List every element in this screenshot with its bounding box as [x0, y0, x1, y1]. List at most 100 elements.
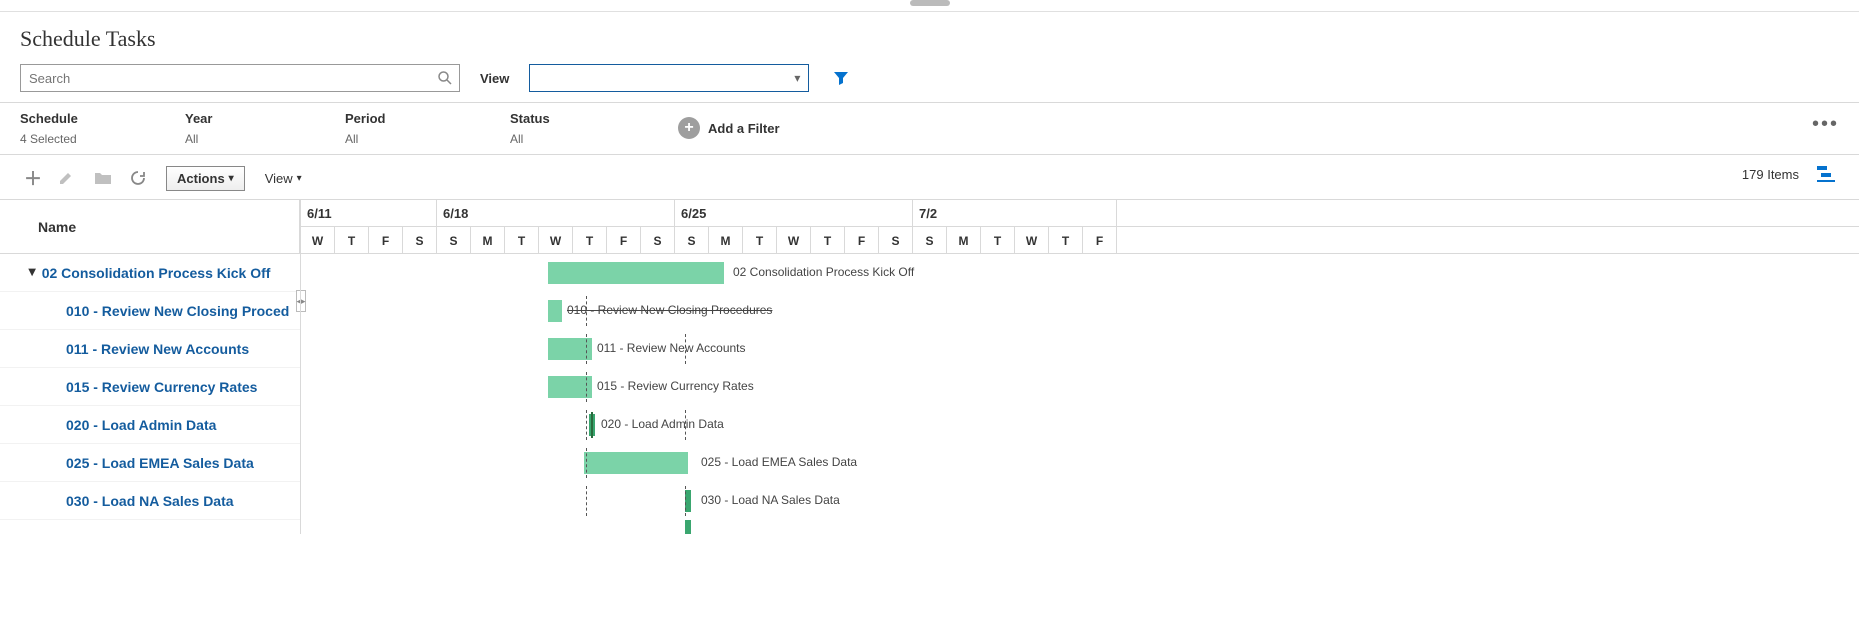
day-header: F — [607, 227, 641, 254]
gantt-row — [301, 520, 1859, 534]
chevron-down-icon: ▾ — [794, 71, 800, 85]
task-link[interactable]: 030 - Load NA Sales Data — [66, 493, 234, 509]
day-header: W — [301, 227, 335, 254]
search-input-wrapper[interactable] — [20, 64, 460, 92]
caret-down-icon: ▾ — [229, 173, 234, 184]
tree-row[interactable]: 011 - Review New Accounts — [0, 330, 300, 368]
add-filter-label: Add a Filter — [708, 121, 780, 136]
items-count: 179 Items — [1742, 167, 1799, 182]
task-link[interactable]: 020 - Load Admin Data — [66, 417, 216, 433]
day-header: T — [573, 227, 607, 254]
gantt-bar[interactable] — [548, 262, 724, 284]
overflow-menu-icon[interactable]: ••• — [1812, 113, 1839, 136]
gantt-dependency-tick — [586, 486, 587, 516]
gantt-pane: 6/116/186/257/2 WTFSSMTWTFSSMTWTFSSMTWTF… — [300, 200, 1859, 534]
day-header: M — [947, 227, 981, 254]
view-select[interactable]: ▾ — [529, 64, 809, 92]
gantt-dependency-tick — [586, 410, 587, 440]
filter-status-label: Status — [510, 111, 670, 126]
day-header: T — [1049, 227, 1083, 254]
expand-icon[interactable]: ▶ — [26, 269, 37, 277]
filter-period-value: All — [345, 132, 510, 146]
plus-circle-icon: + — [678, 117, 700, 139]
gantt-row: 020 - Load Admin Data — [301, 406, 1859, 444]
day-header: S — [437, 227, 471, 254]
gantt-bar[interactable] — [685, 520, 691, 534]
gantt-row: 030 - Load NA Sales Data — [301, 482, 1859, 520]
gantt-bar-label: 025 - Load EMEA Sales Data — [701, 455, 857, 469]
edit-icon[interactable] — [58, 170, 80, 186]
day-header: T — [743, 227, 777, 254]
filter-bar: Schedule 4 Selected Year All Period All … — [0, 102, 1859, 155]
gantt-dependency-tick — [586, 334, 587, 364]
day-header: T — [811, 227, 845, 254]
tree-column-header[interactable]: Name — [0, 200, 300, 254]
filter-schedule-value: 4 Selected — [20, 132, 185, 146]
week-header: 6/11 — [301, 200, 437, 227]
view-menu-label: View — [265, 171, 293, 186]
search-input[interactable] — [21, 65, 429, 91]
timeline-header: 6/116/186/257/2 WTFSSMTWTFSSMTWTFSSMTWTF — [301, 200, 1859, 254]
gantt-bar[interactable] — [584, 452, 688, 474]
day-header: F — [1083, 227, 1117, 254]
filter-status-value: All — [510, 132, 670, 146]
filter-schedule[interactable]: Schedule 4 Selected — [20, 111, 185, 146]
gantt-row: 02 Consolidation Process Kick Off — [301, 254, 1859, 292]
refresh-icon[interactable] — [130, 170, 152, 186]
day-header: W — [777, 227, 811, 254]
day-header: F — [369, 227, 403, 254]
tree-row[interactable]: 020 - Load Admin Data — [0, 406, 300, 444]
gantt-row: 011 - Review New Accounts — [301, 330, 1859, 368]
day-header: T — [335, 227, 369, 254]
gantt-view-icon[interactable] — [1813, 161, 1839, 187]
gantt-bar-label: 020 - Load Admin Data — [601, 417, 724, 431]
filter-schedule-label: Schedule — [20, 111, 185, 126]
day-header: F — [845, 227, 879, 254]
task-link[interactable]: 011 - Review New Accounts — [66, 341, 249, 357]
day-header: W — [539, 227, 573, 254]
task-link[interactable]: 025 - Load EMEA Sales Data — [66, 455, 254, 471]
filter-year[interactable]: Year All — [185, 111, 345, 146]
week-header: 6/18 — [437, 200, 675, 227]
task-tree-pane: Name ▶ 02 Consolidation Process Kick Off 0… — [0, 200, 300, 534]
gantt-bar[interactable] — [548, 300, 562, 322]
gantt-marker — [591, 412, 593, 438]
actions-button-label: Actions — [177, 171, 225, 186]
day-header: T — [505, 227, 539, 254]
gantt-bar-label: 030 - Load NA Sales Data — [701, 493, 840, 507]
add-icon[interactable]: ＋ — [22, 165, 44, 191]
gantt-bar-label: 010 - Review New Closing Procedures — [567, 303, 772, 317]
tree-row[interactable]: 030 - Load NA Sales Data — [0, 482, 300, 520]
add-filter-button[interactable]: + Add a Filter — [678, 117, 780, 139]
filter-period-label: Period — [345, 111, 510, 126]
gantt-bar-label: 015 - Review Currency Rates — [597, 379, 754, 393]
tree-row[interactable]: 015 - Review Currency Rates — [0, 368, 300, 406]
week-header: 7/2 — [913, 200, 1117, 227]
day-header: S — [879, 227, 913, 254]
week-header: 6/25 — [675, 200, 913, 227]
filter-year-label: Year — [185, 111, 345, 126]
day-header: T — [981, 227, 1015, 254]
filter-year-value: All — [185, 132, 345, 146]
gantt-row: 010 - Review New Closing Procedures — [301, 292, 1859, 330]
actions-button[interactable]: Actions ▾ — [166, 166, 245, 191]
view-menu-button[interactable]: View ▾ — [259, 167, 308, 190]
top-drag-handle[interactable] — [0, 0, 1859, 12]
gantt-row: 025 - Load EMEA Sales Data — [301, 444, 1859, 482]
funnel-filter-icon[interactable] — [829, 70, 849, 86]
task-link[interactable]: 015 - Review Currency Rates — [66, 379, 257, 395]
day-header: S — [913, 227, 947, 254]
tree-row[interactable]: 025 - Load EMEA Sales Data — [0, 444, 300, 482]
gantt-dependency-tick — [586, 448, 587, 478]
tree-row[interactable]: 010 - Review New Closing Proced — [0, 292, 300, 330]
search-icon[interactable] — [437, 70, 453, 86]
task-link[interactable]: 010 - Review New Closing Proced — [66, 303, 289, 319]
task-link[interactable]: 02 Consolidation Process Kick Off — [42, 265, 271, 281]
tree-row[interactable]: ▶ 02 Consolidation Process Kick Off — [0, 254, 300, 292]
day-header: S — [403, 227, 437, 254]
filter-period[interactable]: Period All — [345, 111, 510, 146]
gantt-row: 015 - Review Currency Rates — [301, 368, 1859, 406]
caret-down-icon: ▾ — [297, 173, 302, 184]
folder-icon[interactable] — [94, 171, 116, 185]
filter-status[interactable]: Status All — [510, 111, 670, 146]
